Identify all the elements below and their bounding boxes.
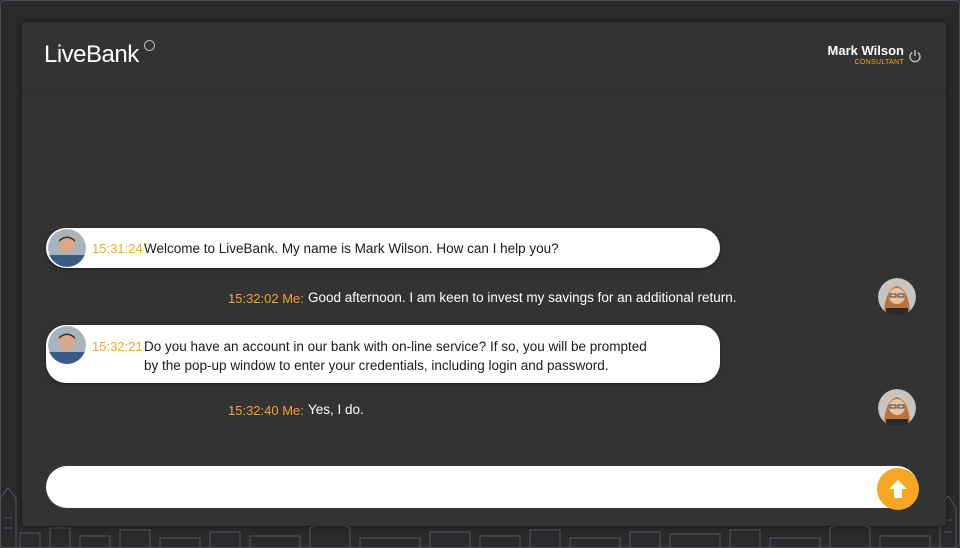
power-icon[interactable] [908, 49, 922, 63]
arrow-up-icon [889, 480, 907, 498]
logo-mark-icon [144, 40, 155, 51]
my-avatar [878, 389, 916, 427]
message-composer [46, 466, 918, 508]
message-text-line-1: Do you have an account in our bank with … [144, 339, 647, 354]
my-message-timestamp: 15:32:40 Me: [228, 403, 304, 418]
user-info: Mark Wilson CONSULTANT [828, 43, 904, 67]
consultant-avatar [48, 229, 86, 267]
my-message-text: Yes, I do. [308, 402, 364, 417]
message-text: Welcome to LiveBank. My name is Mark Wil… [144, 241, 559, 256]
consultant-avatar [48, 326, 86, 364]
header: LiveBank Mark Wilson CONSULTANT [22, 22, 946, 91]
user-name: Mark Wilson [827, 43, 904, 58]
message-timestamp: 15:31:24 [92, 241, 143, 256]
user-role: CONSULTANT [854, 59, 904, 66]
message-input[interactable] [66, 476, 850, 500]
my-message-text: Good afternoon. I am keen to invest my s… [308, 290, 737, 305]
livebank-logo[interactable]: LiveBank [44, 41, 139, 69]
chat-panel: LiveBank Mark Wilson CONSULTANT 15:31:24… [22, 22, 946, 526]
send-button[interactable] [877, 468, 919, 510]
message-timestamp: 15:32:21 [92, 339, 143, 354]
my-avatar [878, 278, 916, 316]
my-message-timestamp: 15:32:02 Me: [228, 291, 304, 306]
message-text-line-2: by the pop-up window to enter your crede… [144, 358, 609, 373]
